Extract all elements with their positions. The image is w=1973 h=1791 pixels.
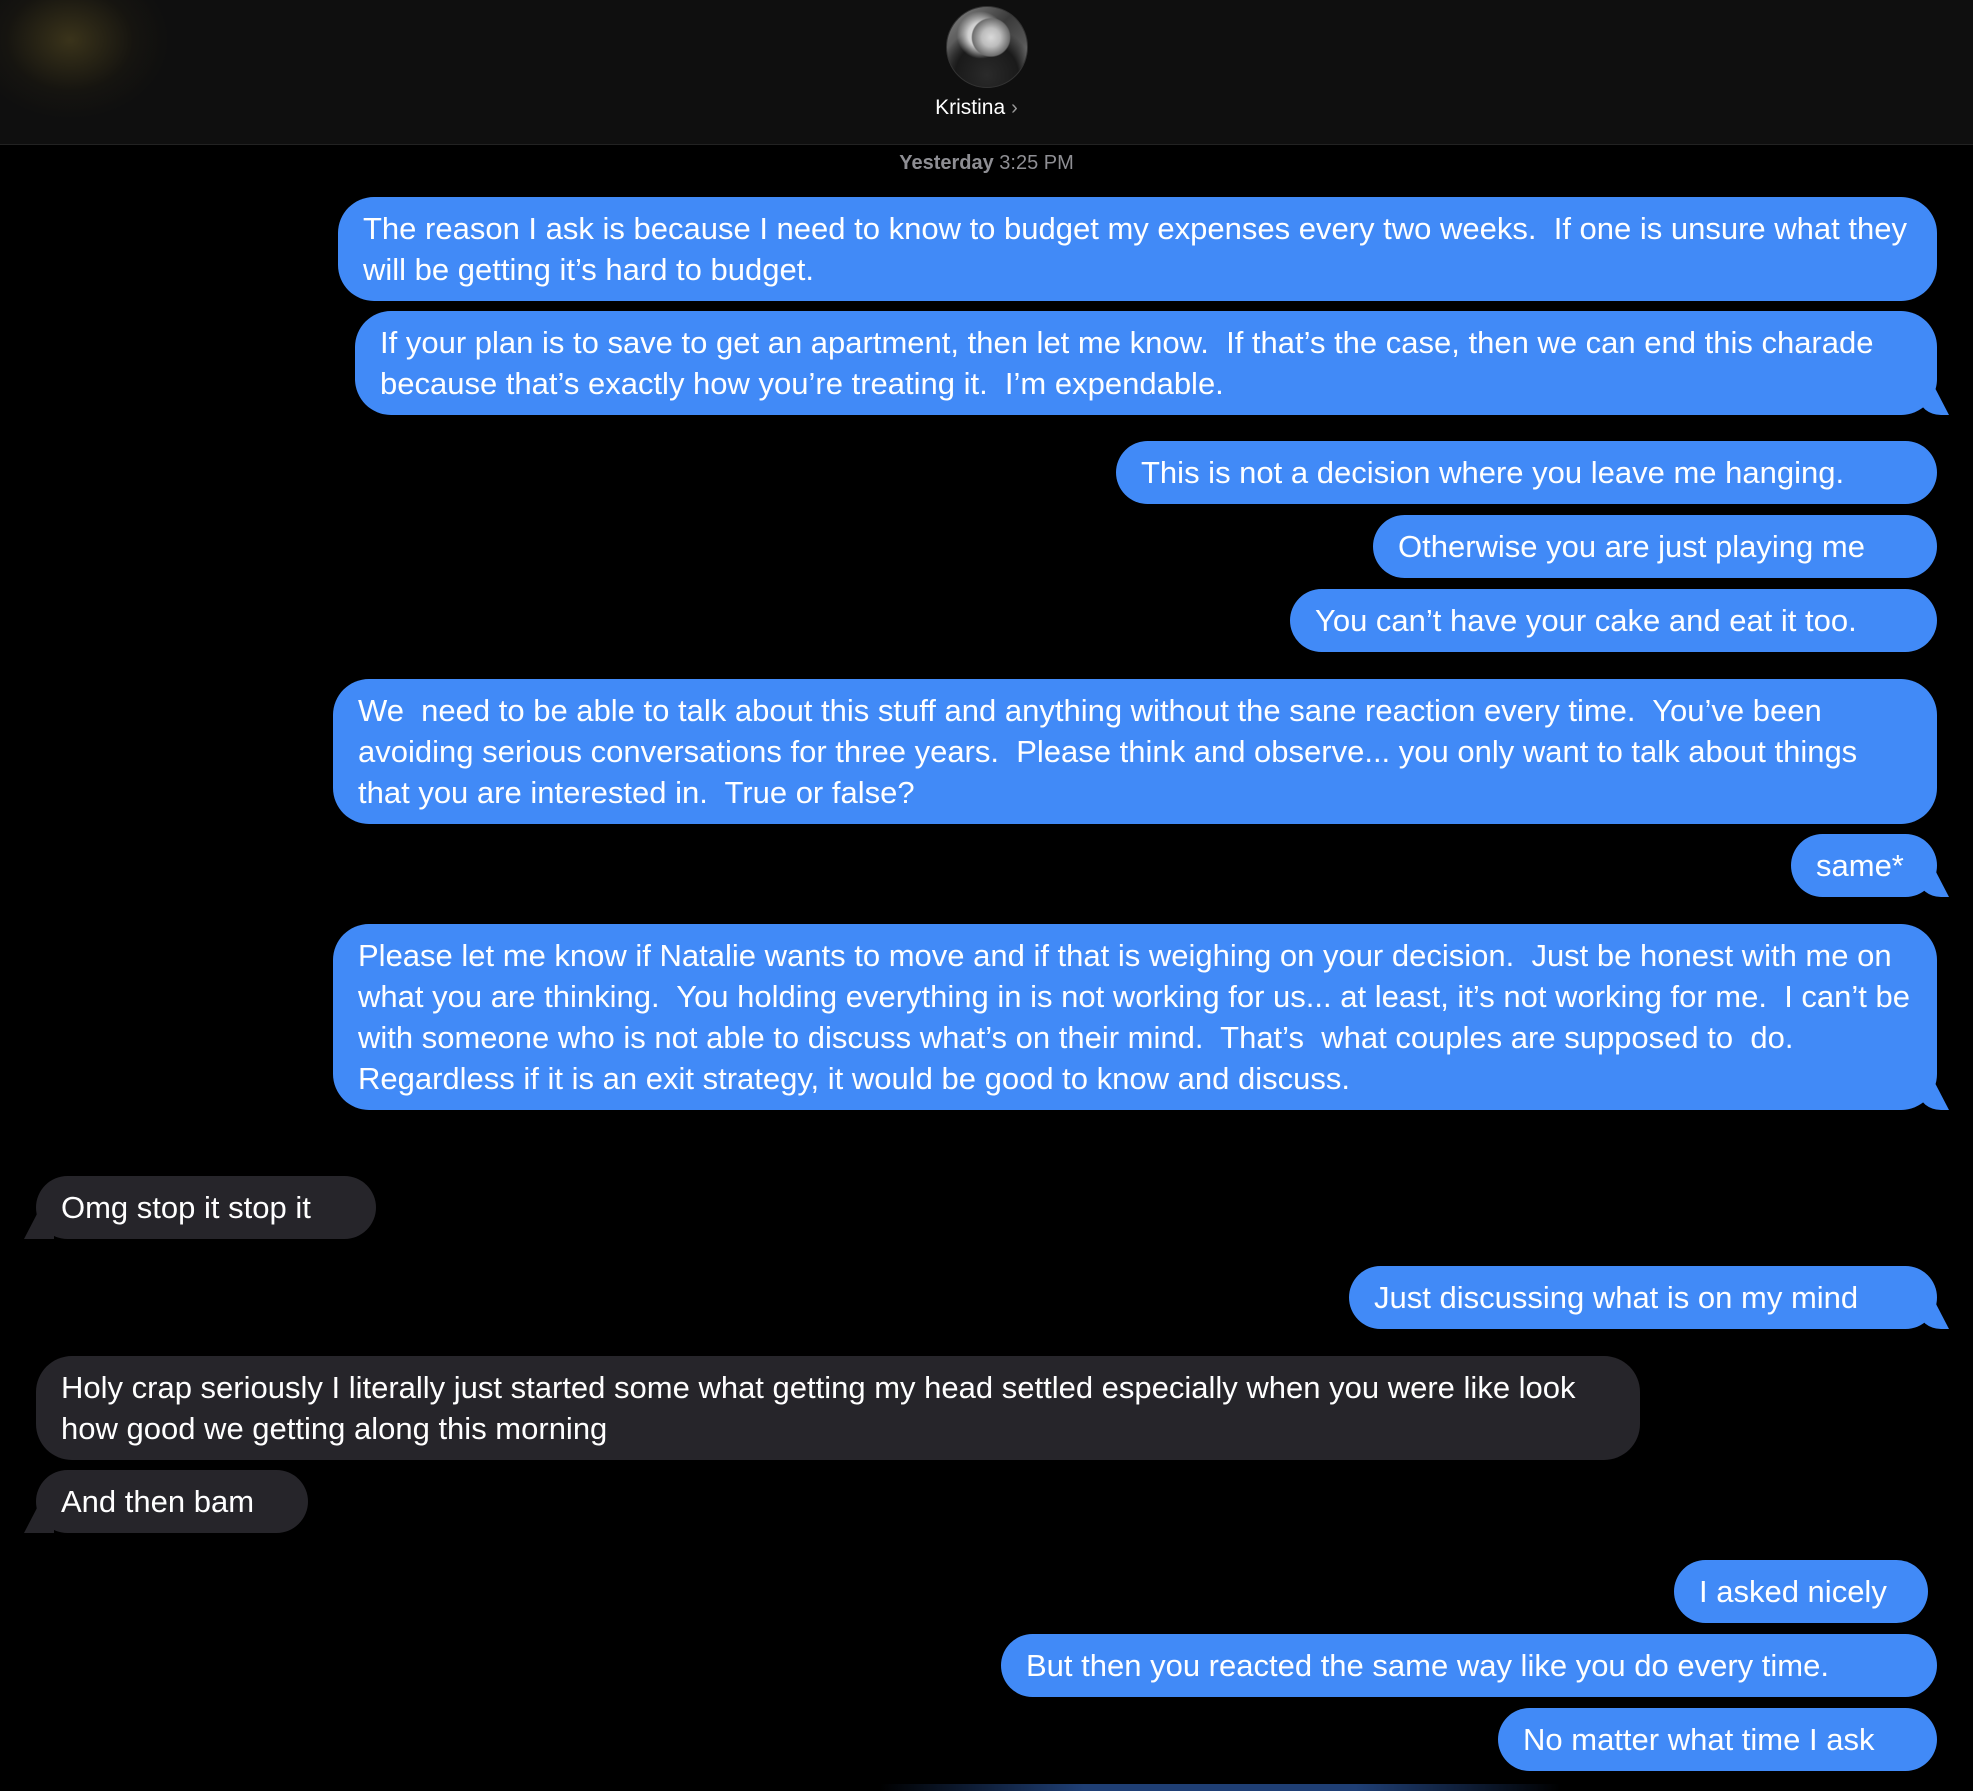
received-message-bubble[interactable]: And then bam (36, 1470, 308, 1533)
sent-message-bubble[interactable]: same* (1791, 834, 1937, 897)
sent-message-bubble[interactable]: Otherwise you are just playing me (1373, 515, 1937, 578)
contact-avatar[interactable] (946, 6, 1028, 88)
received-message-bubble[interactable]: Omg stop it stop it (36, 1176, 376, 1239)
received-message-bubble[interactable]: Holy crap seriously I literally just sta… (36, 1356, 1640, 1460)
conversation-header: Kristina › (0, 0, 1973, 145)
bottom-edge-glow (880, 1784, 1560, 1791)
sent-message-bubble[interactable]: We need to be able to talk about this st… (333, 679, 1937, 824)
sent-message-bubble[interactable]: If your plan is to save to get an apartm… (355, 311, 1937, 415)
sent-message-bubble[interactable]: This is not a decision where you leave m… (1116, 441, 1937, 504)
sent-message-bubble[interactable]: You can’t have your cake and eat it too. (1290, 589, 1937, 652)
sent-message-bubble[interactable]: I asked nicely (1674, 1560, 1928, 1623)
timestamp-day: Yesterday (899, 152, 994, 174)
sent-message-bubble[interactable]: No matter what time I ask (1498, 1708, 1937, 1771)
chevron-right-icon: › (1011, 97, 1018, 119)
sent-message-bubble[interactable]: Please let me know if Natalie wants to m… (333, 924, 1937, 1110)
contact-name-button[interactable]: Kristina › (0, 96, 1953, 120)
sent-message-bubble[interactable]: The reason I ask is because I need to kn… (338, 197, 1937, 301)
contact-name: Kristina (935, 96, 1006, 119)
timestamp-time: 3:25 PM (999, 152, 1074, 174)
sent-message-bubble[interactable]: But then you reacted the same way like y… (1001, 1634, 1937, 1697)
sent-message-bubble[interactable]: Just discussing what is on my mind (1349, 1266, 1937, 1329)
message-timestamp: Yesterday 3:25 PM (0, 152, 1973, 175)
